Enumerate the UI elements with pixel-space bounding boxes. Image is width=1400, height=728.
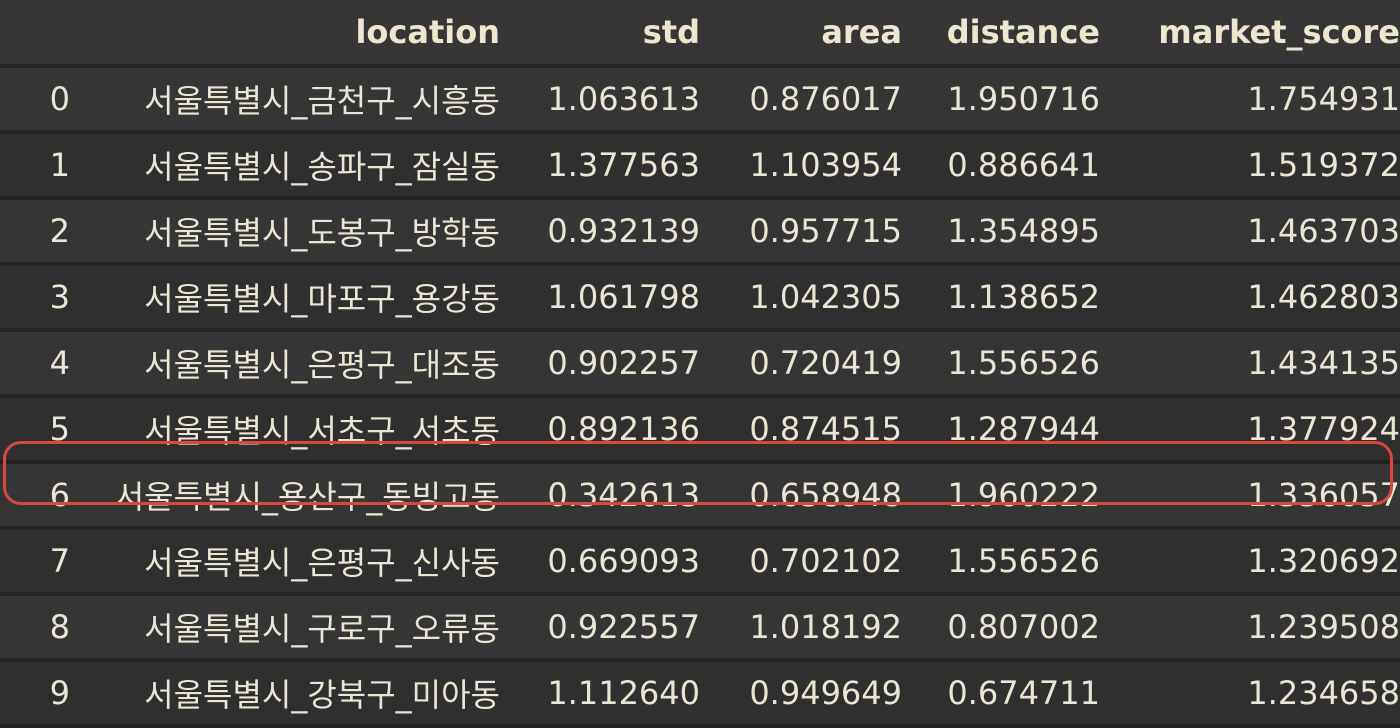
market-score-cell: 1.519372 xyxy=(1100,132,1400,200)
location-cell: 서울특별시_은평구_대조동 xyxy=(70,330,500,398)
std-cell: 1.061798 xyxy=(500,264,700,332)
distance-cell: 1.354895 xyxy=(902,198,1100,266)
table-row: 7 서울특별시_은평구_신사동 0.669093 0.702102 1.5565… xyxy=(0,528,1400,596)
row-index: 7 xyxy=(0,528,70,596)
row-index: 0 xyxy=(0,66,70,134)
distance-cell: 0.886641 xyxy=(902,132,1100,200)
distance-cell: 1.556526 xyxy=(902,330,1100,398)
std-cell: 0.669093 xyxy=(500,528,700,596)
table-row: 1 서울특별시_송파구_잠실동 1.377563 1.103954 0.8866… xyxy=(0,132,1400,200)
distance-cell: 1.287944 xyxy=(902,396,1100,464)
market-score-cell: 1.336057 xyxy=(1100,462,1400,530)
area-cell: 0.720419 xyxy=(700,330,902,398)
table-row: 9 서울특별시_강북구_미아동 1.112640 0.949649 0.6747… xyxy=(0,660,1400,728)
table-row: 3 서울특별시_마포구_용강동 1.061798 1.042305 1.1386… xyxy=(0,264,1400,332)
area-cell: 0.874515 xyxy=(700,396,902,464)
std-cell: 0.342613 xyxy=(500,462,700,530)
area-cell: 0.876017 xyxy=(700,66,902,134)
row-index: 4 xyxy=(0,330,70,398)
index-header xyxy=(0,0,70,68)
location-cell: 서울특별시_은평구_신사동 xyxy=(70,528,500,596)
std-cell: 0.902257 xyxy=(500,330,700,398)
std-cell: 0.892136 xyxy=(500,396,700,464)
distance-cell: 1.556526 xyxy=(902,528,1100,596)
distance-cell: 0.674711 xyxy=(902,660,1100,728)
std-cell: 0.922557 xyxy=(500,594,700,662)
location-cell: 서울특별시_서초구_서초동 xyxy=(70,396,500,464)
std-cell: 1.063613 xyxy=(500,66,700,134)
location-cell: 서울특별시_마포구_용강동 xyxy=(70,264,500,332)
distance-cell: 0.807002 xyxy=(902,594,1100,662)
std-cell: 0.932139 xyxy=(500,198,700,266)
table-row: 5 서울특별시_서초구_서초동 0.892136 0.874515 1.2879… xyxy=(0,396,1400,464)
market-score-cell: 1.234658 xyxy=(1100,660,1400,728)
distance-cell: 1.950716 xyxy=(902,66,1100,134)
market-score-cell: 1.377924 xyxy=(1100,396,1400,464)
table-row: 4 서울특별시_은평구_대조동 0.902257 0.720419 1.5565… xyxy=(0,330,1400,398)
row-index: 8 xyxy=(0,594,70,662)
area-cell: 1.042305 xyxy=(700,264,902,332)
std-cell: 1.112640 xyxy=(500,660,700,728)
header-row: location std area distance market_score xyxy=(0,0,1400,68)
distance-cell: 1.960222 xyxy=(902,462,1100,530)
column-header-area: area xyxy=(700,0,902,68)
table-row: 8 서울특별시_구로구_오류동 0.922557 1.018192 0.8070… xyxy=(0,594,1400,662)
location-cell: 서울특별시_금천구_시흥동 xyxy=(70,66,500,134)
location-cell: 서울특별시_도봉구_방학동 xyxy=(70,198,500,266)
location-cell: 서울특별시_용산구_동빙고동 xyxy=(70,462,500,530)
market-score-cell: 1.462803 xyxy=(1100,264,1400,332)
market-score-cell: 1.239508 xyxy=(1100,594,1400,662)
row-index: 1 xyxy=(0,132,70,200)
market-score-cell: 1.754931 xyxy=(1100,66,1400,134)
distance-cell: 1.138652 xyxy=(902,264,1100,332)
column-header-location: location xyxy=(70,0,500,68)
row-index: 3 xyxy=(0,264,70,332)
area-cell: 0.949649 xyxy=(700,660,902,728)
column-header-distance: distance xyxy=(902,0,1100,68)
table-row: 0 서울특별시_금천구_시흥동 1.063613 0.876017 1.9507… xyxy=(0,66,1400,134)
column-header-std: std xyxy=(500,0,700,68)
table-body: 0 서울특별시_금천구_시흥동 1.063613 0.876017 1.9507… xyxy=(0,66,1400,728)
table-row-highlighted: 6 서울특별시_용산구_동빙고동 0.342613 0.658948 1.960… xyxy=(0,462,1400,530)
table-row: 2 서울특별시_도봉구_방학동 0.932139 0.957715 1.3548… xyxy=(0,198,1400,266)
area-cell: 1.103954 xyxy=(700,132,902,200)
market-score-cell: 1.434135 xyxy=(1100,330,1400,398)
table-header: location std area distance market_score xyxy=(0,0,1400,68)
location-cell: 서울특별시_송파구_잠실동 xyxy=(70,132,500,200)
area-cell: 0.702102 xyxy=(700,528,902,596)
column-header-market-score: market_score xyxy=(1100,0,1400,68)
row-index: 5 xyxy=(0,396,70,464)
row-index: 9 xyxy=(0,660,70,728)
location-cell: 서울특별시_강북구_미아동 xyxy=(70,660,500,728)
dataframe-table: location std area distance market_score … xyxy=(0,0,1400,728)
location-cell: 서울특별시_구로구_오류동 xyxy=(70,594,500,662)
std-cell: 1.377563 xyxy=(500,132,700,200)
row-index: 6 xyxy=(0,462,70,530)
area-cell: 1.018192 xyxy=(700,594,902,662)
market-score-cell: 1.463703 xyxy=(1100,198,1400,266)
row-index: 2 xyxy=(0,198,70,266)
area-cell: 0.658948 xyxy=(700,462,902,530)
area-cell: 0.957715 xyxy=(700,198,902,266)
market-score-cell: 1.320692 xyxy=(1100,528,1400,596)
